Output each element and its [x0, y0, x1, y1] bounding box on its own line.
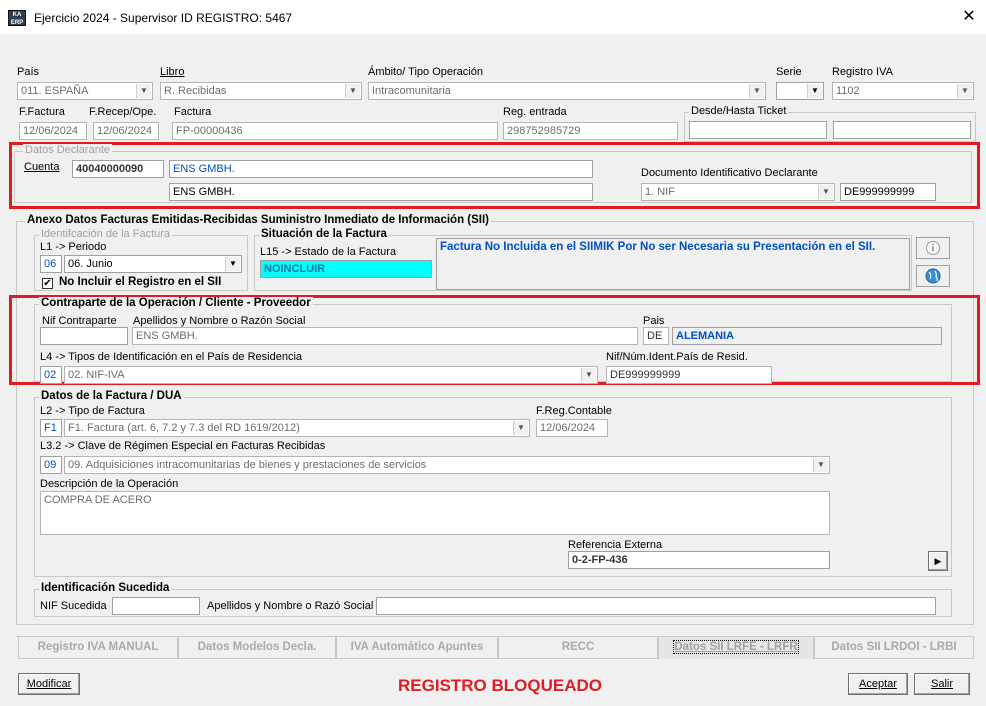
salir-button[interactable]: Salir [914, 673, 970, 695]
registro-iva-select[interactable]: 1102 ▼ [832, 82, 974, 100]
referencia-externa-label: Referencia Externa [568, 539, 663, 551]
periodo-select[interactable]: 06. Junio ▼ [64, 255, 242, 273]
clave-regimen-code: 09 [40, 456, 62, 474]
declarante-nombre-display: ENS GMBH. [169, 160, 593, 178]
no-incluir-label: No Incluir el Registro en el SII [59, 276, 222, 288]
serie-select[interactable]: ▼ [776, 82, 824, 100]
tab-registro-iva-manual[interactable]: Registro IVA MANUAL [18, 637, 178, 659]
chevron-down-icon: ▼ [513, 421, 528, 435]
window-title: Ejercicio 2024 - Supervisor ID REGISTRO:… [34, 11, 293, 25]
sucedida-legend: Identificación Sucedida [39, 582, 172, 594]
cuenta-input[interactable]: 40040000090 [72, 160, 164, 178]
registro-iva-label: Registro IVA [832, 66, 893, 78]
referencia-arrow-button[interactable]: ▶ [928, 551, 948, 571]
declarante-nombre-input[interactable]: ENS GMBH. [169, 183, 593, 201]
sucedida-nombre-input[interactable] [376, 597, 936, 615]
no-incluir-checkbox[interactable]: ✔ [42, 278, 53, 289]
chevron-down-icon: ▼ [345, 84, 360, 98]
tipos-ident-code: 02 [40, 366, 62, 384]
reg-entrada-label: Reg. entrada [503, 106, 567, 118]
factura-input[interactable]: FP-00000436 [172, 122, 498, 140]
estado-label: L15 -> Estado de la Factura [260, 246, 397, 258]
estado-value: NOINCLUIR [260, 260, 432, 278]
doc-ident-label: Documento Identificativo Declarante [641, 167, 818, 179]
tipo-factura-code: F1 [40, 419, 62, 437]
nif-residencia-label: Nif/Núm.Ident.País de Resid. [606, 351, 748, 363]
freg-contable-label: F.Reg.Contable [536, 405, 612, 417]
pais-label: País [17, 66, 40, 78]
tab-datos-sii-lrdoi[interactable]: Datos SII LRDOI - LRBI [814, 637, 974, 659]
nif-sucedida-label: NIF Sucedida [40, 600, 107, 612]
ticket-desde-input[interactable] [689, 121, 827, 139]
ffactura-input[interactable]: 12/06/2024 [19, 122, 87, 140]
chevron-down-icon: ▼ [225, 257, 240, 271]
doc-ident-number-input[interactable]: DE999999999 [840, 183, 936, 201]
chevron-down-icon: ▼ [807, 84, 822, 98]
chevron-down-icon: ▼ [818, 185, 833, 199]
anexo-sii-legend: Anexo Datos Facturas Emitidas-Recibidas … [25, 214, 492, 226]
periodo-label: L1 -> Periodo [40, 241, 107, 253]
frecep-input[interactable]: 12/06/2024 [93, 122, 159, 140]
libro-label: Libro [160, 66, 185, 78]
tab-recc[interactable]: RECC [498, 637, 658, 659]
situacion-mensaje: Factura No Incluida en el SIIMIK Por No … [436, 238, 910, 290]
doc-ident-select[interactable]: 1. NIF ▼ [641, 183, 835, 201]
ticket-hasta-input[interactable] [833, 121, 971, 139]
pais-select[interactable]: 011. ESPAÑA ▼ [17, 82, 153, 100]
ambito-select[interactable]: Intracomunitaria ▼ [368, 82, 766, 100]
pais-code-input[interactable]: DE [643, 327, 669, 345]
nif-contraparte-input[interactable] [40, 327, 128, 345]
nif-sucedida-input[interactable] [112, 597, 200, 615]
situacion-legend: Situación de la Factura [259, 228, 389, 240]
ident-factura-legend: Identifcación de la Factura [39, 228, 173, 240]
tab-datos-sii-lrfe[interactable]: Datos SII LRFE - LRFR [658, 637, 814, 659]
factura-label: Factura [174, 106, 212, 118]
tipos-ident-label: L4 -> Tipos de Identificación en el País… [40, 351, 303, 363]
chevron-down-icon: ▼ [749, 84, 764, 98]
status-text: REGISTRO BLOQUEADO [398, 676, 603, 695]
clave-regimen-select[interactable]: 09. Adquisiciones intracomunitarias de b… [64, 456, 830, 474]
nif-contraparte-label: Nif Contraparte [42, 315, 117, 327]
globe-icon [925, 268, 941, 284]
periodo-code: 06 [40, 255, 62, 273]
chevron-down-icon: ▼ [581, 368, 596, 382]
referencia-externa-input[interactable]: 0-2-FP-436 [568, 551, 830, 569]
ffactura-label: F.Factura [19, 106, 65, 118]
info-button[interactable] [916, 237, 950, 259]
freg-contable-input[interactable]: 12/06/2024 [536, 419, 608, 437]
ambito-label: Ámbito/ Tipo Operación [368, 66, 483, 78]
serie-label: Serie [776, 66, 802, 78]
descripcion-textarea[interactable]: COMPRA DE ACERO [40, 491, 830, 535]
razon-social-input[interactable]: ENS GMBH. [132, 327, 638, 345]
pais-contraparte-label: Pais [643, 315, 665, 327]
contraparte-legend: Contraparte de la Operación / Cliente - … [39, 297, 313, 309]
info-icon [926, 241, 940, 255]
tipos-ident-select[interactable]: 02. NIF-IVA ▼ [64, 366, 598, 384]
desde-hasta-label: Desde/Hasta Ticket [689, 105, 789, 117]
globe-button[interactable] [916, 265, 950, 287]
chevron-down-icon: ▼ [957, 84, 972, 98]
libro-select[interactable]: R. Recibidas ▼ [160, 82, 362, 100]
cuenta-label: Cuenta [24, 161, 60, 173]
tab-iva-automatico[interactable]: IVA Automático Apuntes [336, 637, 498, 659]
pais-contraparte-display: ALEMANIA [672, 327, 942, 345]
tipo-factura-select[interactable]: F1. Factura (art. 6, 7.2 y 7.3 del RD 16… [64, 419, 530, 437]
sucedida-nombre-label: Apellidos y Nombre o Razó Social [207, 600, 374, 612]
tipo-factura-label: L2 -> Tipo de Factura [40, 405, 145, 417]
modificar-button[interactable]: Modificar [18, 673, 80, 695]
clave-regimen-label: L3.2 -> Clave de Régimen Especial en Fac… [40, 440, 326, 452]
frecep-label: F.Recep/Ope. [89, 106, 157, 118]
descripcion-label: Descripción de la Operación [40, 478, 179, 490]
nif-residencia-input[interactable]: DE999999999 [606, 366, 772, 384]
tab-datos-modelos[interactable]: Datos Modelos Decla. [178, 637, 336, 659]
chevron-down-icon: ▼ [813, 458, 828, 472]
declarante-legend: Datos Declarante [23, 144, 112, 156]
reg-entrada-input[interactable]: 298752985729 [503, 122, 678, 140]
datos-factura-legend: Datos de la Factura / DUA [39, 390, 184, 402]
close-icon[interactable]: ✕ [960, 9, 978, 25]
aceptar-button[interactable]: Aceptar [848, 673, 908, 695]
app-icon: KA ERP [8, 10, 26, 26]
razon-social-label: Apellidos y Nombre o Razón Social [133, 315, 306, 327]
chevron-down-icon: ▼ [136, 84, 151, 98]
